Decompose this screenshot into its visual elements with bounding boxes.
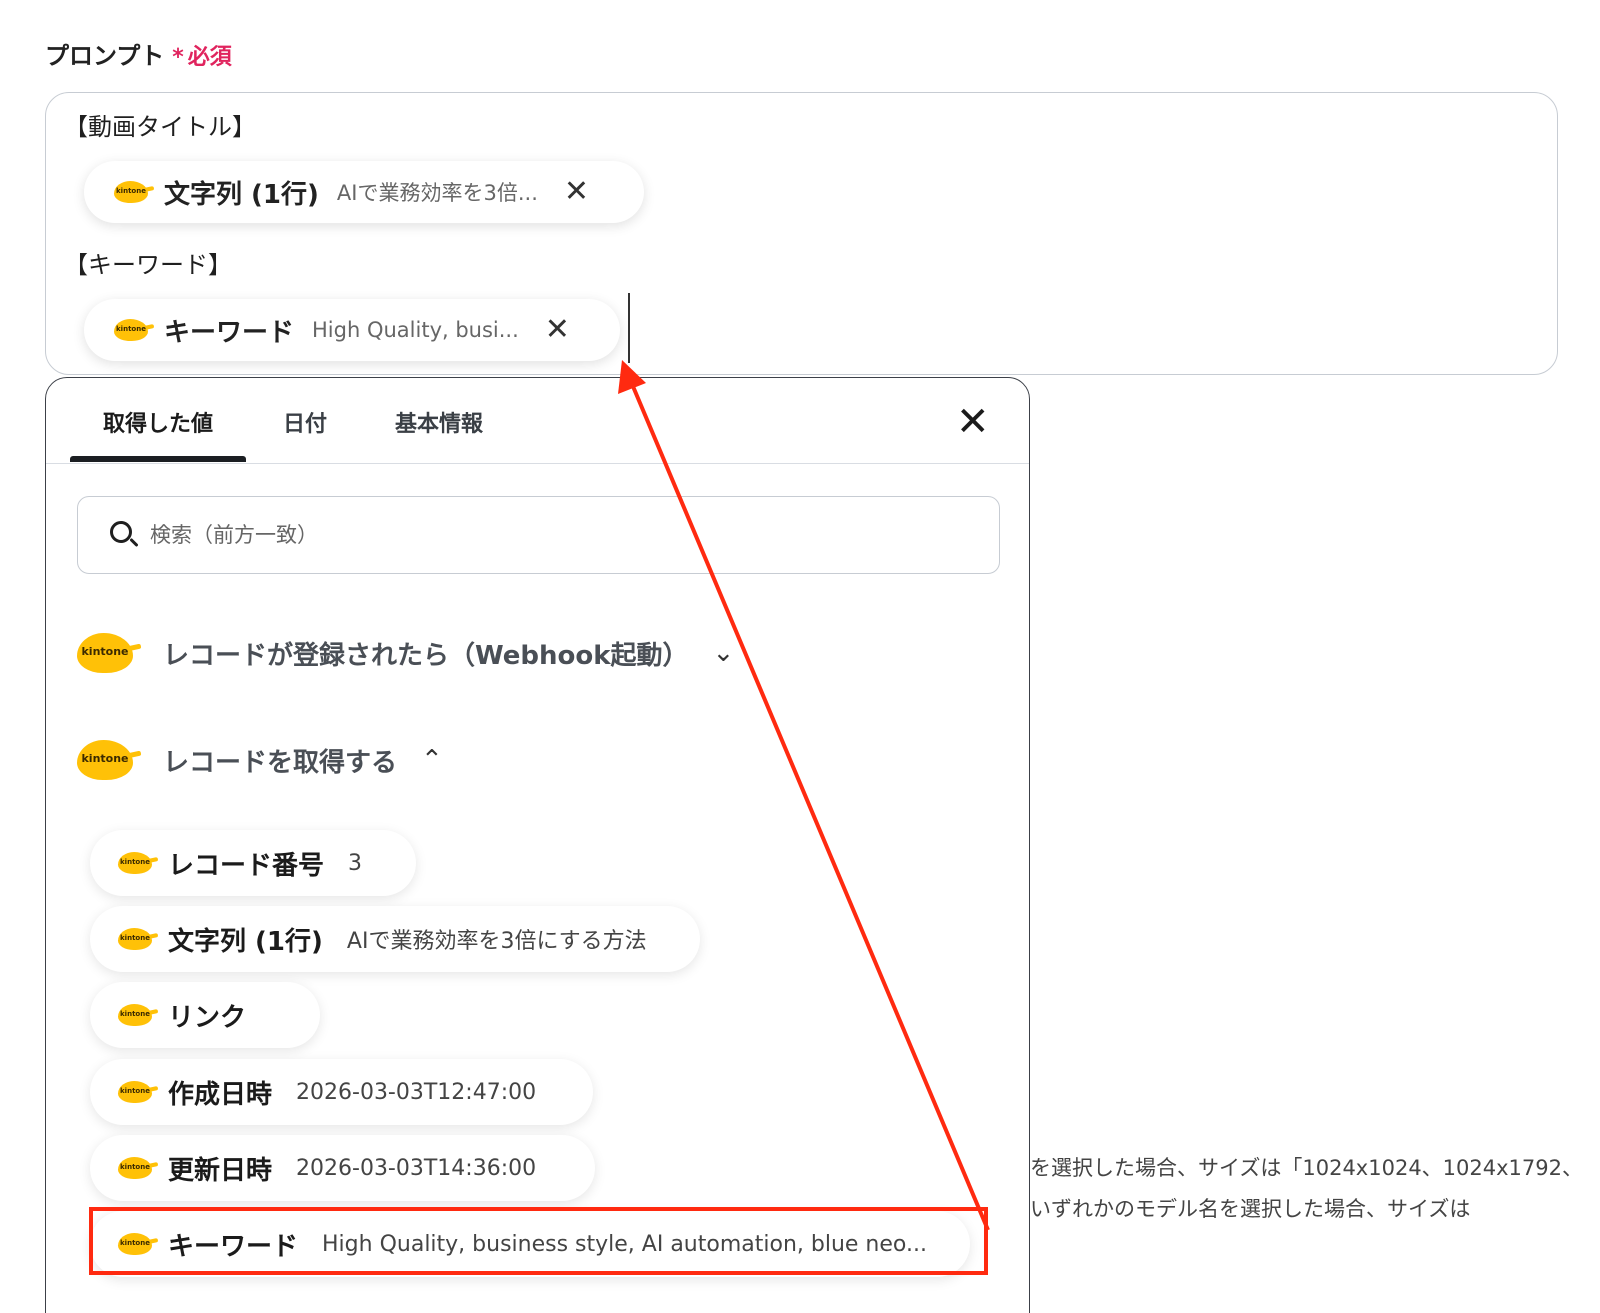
kintone-logo-icon: kintone [77,740,142,780]
group-title: レコードが登録されたら（Webhook起動） [163,640,689,671]
kintone-logo-icon: kintone [114,319,155,341]
chip-value: AIで業務効率を3倍... [336,181,538,205]
kintone-logo-icon: kintone [77,633,142,673]
chip-value: High Quality, busi... [312,318,519,342]
prompt-line-keyword: 【キーワード】 [64,251,232,279]
required-indicator: * 必須 [172,39,232,71]
search-field[interactable] [77,496,1000,574]
search-icon [108,519,140,551]
tab-basic-info[interactable]: 基本情報 [395,406,483,438]
value-item-record-number[interactable]: kintone レコード番号 3 [90,830,416,896]
group-webhook-trigger[interactable]: kintone レコードが登録されたら（Webhook起動） ⌄ [77,633,734,673]
item-value: 3 [348,850,363,876]
kintone-logo-icon: kintone [118,852,159,874]
kintone-logo-icon: kintone [118,1004,159,1026]
value-item-created-at[interactable]: kintone 作成日時 2026-03-03T12:47:00 [90,1059,593,1125]
background-help-text: を選択した場合、サイズは「1024x1024、1024x1792、 [1030,1156,1583,1180]
chip-name: 文字列 (1行) [164,179,319,210]
annotation-highlight-box [89,1207,988,1275]
close-icon[interactable]: ✕ [545,315,570,345]
kintone-logo-icon: kintone [118,1081,159,1103]
value-item-link[interactable]: kintone リンク [90,982,320,1048]
chip-name: キーワード [164,317,295,348]
close-icon[interactable]: ✕ [564,177,589,207]
item-name: 文字列 (1行) [168,926,323,957]
active-tab-indicator [70,456,246,462]
item-name: レコード番号 [168,850,325,881]
tab-acquired-values[interactable]: 取得した値 [103,406,213,438]
kintone-logo-icon: kintone [118,928,159,950]
variable-chip-keyword[interactable]: kintone キーワード High Quality, busi... ✕ [84,299,620,361]
item-name: リンク [168,1002,247,1033]
tab-date[interactable]: 日付 [283,406,327,438]
picker-tabs: 取得した値 日付 基本情報 ✕ [46,378,1029,464]
required-star: * [172,45,184,70]
kintone-logo-icon: kintone [114,181,155,203]
prompt-editor[interactable]: 【動画タイトル】 kintone 文字列 (1行) AIで業務効率を3倍... … [45,92,1558,375]
required-text: 必須 [187,45,232,70]
search-input[interactable] [150,523,910,547]
text-cursor [628,293,630,363]
group-title: レコードを取得する [163,747,398,778]
close-icon[interactable]: ✕ [956,402,990,442]
chevron-down-icon[interactable]: ⌄ [713,638,735,668]
kintone-logo-icon: kintone [118,1157,159,1179]
item-name: 作成日時 [168,1079,273,1110]
item-value: 2026-03-03T14:36:00 [296,1155,537,1181]
item-name: 更新日時 [168,1155,273,1186]
variable-chip-string[interactable]: kintone 文字列 (1行) AIで業務効率を3倍... ✕ [84,161,644,223]
prompt-field-label: プロンプト * 必須 [45,36,232,71]
prompt-line-title: 【動画タイトル】 [64,113,256,141]
prompt-label-text: プロンプト [45,42,165,70]
group-get-record[interactable]: kintone レコードを取得する ⌃ [77,740,443,780]
variable-picker-panel: 取得した値 日付 基本情報 ✕ kintone レコードが登録されたら（Webh… [45,377,1030,1313]
value-item-string[interactable]: kintone 文字列 (1行) AIで業務効率を3倍にする方法 [90,906,700,972]
background-help-text: いずれかのモデル名を選択した場合、サイズは [1030,1197,1471,1221]
item-value: AIで業務効率を3倍にする方法 [346,929,647,954]
value-item-updated-at[interactable]: kintone 更新日時 2026-03-03T14:36:00 [90,1135,595,1201]
item-value: 2026-03-03T12:47:00 [296,1079,537,1105]
chevron-up-icon[interactable]: ⌃ [421,745,443,775]
